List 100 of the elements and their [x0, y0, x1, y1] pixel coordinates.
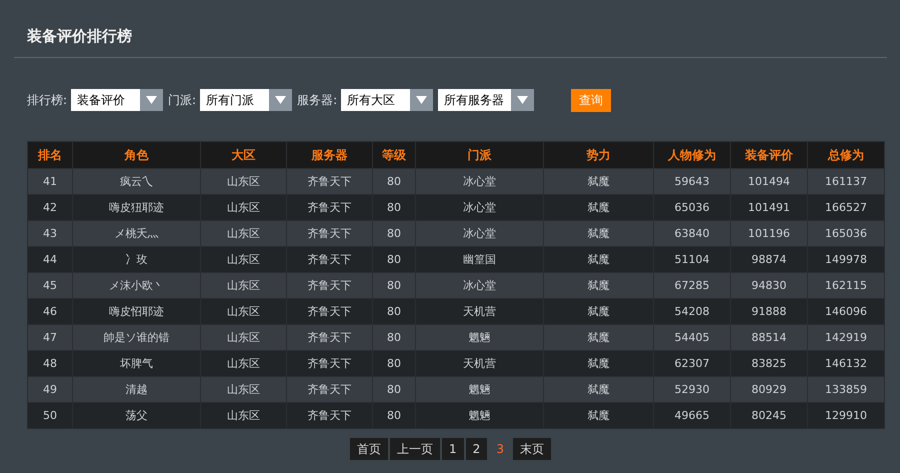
- table-cell: 冰心堂: [416, 194, 544, 221]
- table-cell: 天机营: [416, 298, 544, 325]
- column-header: 势力: [544, 142, 654, 169]
- table-cell: 山东区: [200, 168, 286, 195]
- table-cell: 天机营: [416, 350, 544, 377]
- column-header: 角色: [72, 142, 200, 169]
- table-cell: 嗨皮狃耶迹: [72, 194, 200, 221]
- page-title: 装备评价排行榜: [27, 26, 132, 46]
- table-cell: 149978: [808, 246, 884, 273]
- filter-label: 服务器:: [297, 92, 338, 109]
- caret-icon: [146, 96, 158, 104]
- table-cell: 47: [28, 324, 72, 351]
- table-cell: 齐鲁天下: [286, 168, 372, 195]
- table-cell: 80929: [730, 376, 808, 403]
- table-cell: 齐鲁天下: [286, 298, 372, 325]
- table-cell: 弑魔: [544, 324, 654, 351]
- caret-icon: [416, 96, 428, 104]
- filter-label: 排行榜:: [27, 92, 68, 109]
- table-cell: 帥是ソ谁的错: [72, 324, 200, 351]
- table-cell: 80: [372, 298, 416, 325]
- table-cell: 山东区: [200, 194, 286, 221]
- table-cell: 弑魔: [544, 402, 654, 429]
- table-cell: 80: [372, 220, 416, 247]
- table-cell: 165036: [808, 220, 884, 247]
- table-cell: 44: [28, 246, 72, 273]
- page-link[interactable]: 末页: [512, 438, 551, 460]
- table-cell: 山东区: [200, 272, 286, 299]
- table-cell: 51104: [654, 246, 730, 273]
- table-cell: 42: [28, 194, 72, 221]
- table-cell: 齐鲁天下: [286, 220, 372, 247]
- table-cell: 162115: [808, 272, 884, 299]
- table-cell: 45: [28, 272, 72, 299]
- table-cell: 146096: [808, 298, 884, 325]
- table-cell: 94830: [730, 272, 808, 299]
- table-cell: 嗨皮怊耶迹: [72, 298, 200, 325]
- table-cell: 101491: [730, 194, 808, 221]
- table-cell: 63840: [654, 220, 730, 247]
- table-cell: 魍魎: [416, 324, 544, 351]
- table-cell: 清越: [72, 376, 200, 403]
- current-page[interactable]: 3: [489, 438, 511, 460]
- table-cell: 山东区: [200, 324, 286, 351]
- table-cell: 54405: [654, 324, 730, 351]
- table-cell: 山东区: [200, 298, 286, 325]
- table-cell: 133859: [808, 376, 884, 403]
- table-cell: 齐鲁天下: [286, 246, 372, 273]
- table-cell: 冰心堂: [416, 220, 544, 247]
- dropdown[interactable]: 所有服务器: [438, 89, 534, 112]
- table-cell: 弑魔: [544, 298, 654, 325]
- table-cell: 弑魔: [544, 194, 654, 221]
- table-cell: メ沫小欧丶: [72, 272, 200, 299]
- column-header: 门派: [416, 142, 544, 169]
- table-cell: 山东区: [200, 350, 286, 377]
- page-link[interactable]: 2: [466, 438, 488, 460]
- dropdown[interactable]: 所有大区: [341, 89, 434, 112]
- table-cell: 67285: [654, 272, 730, 299]
- page-link[interactable]: 1: [442, 438, 464, 460]
- table-cell: 65036: [654, 194, 730, 221]
- table-cell: 166527: [808, 194, 884, 221]
- table-cell: 80: [372, 324, 416, 351]
- table-cell: 弑魔: [544, 168, 654, 195]
- table-cell: 齐鲁天下: [286, 194, 372, 221]
- table-cell: 80245: [730, 402, 808, 429]
- table-cell: 齐鲁天下: [286, 402, 372, 429]
- table-cell: 弑魔: [544, 246, 654, 273]
- dropdown[interactable]: 装备评价: [71, 89, 164, 112]
- table-cell: 46: [28, 298, 72, 325]
- caret-icon: [517, 96, 528, 104]
- table-cell: 91888: [730, 298, 808, 325]
- table-cell: 80: [372, 194, 416, 221]
- column-header: 人物修为: [654, 142, 730, 169]
- table-cell: 83825: [730, 350, 808, 377]
- table-cell: 坏脾气: [72, 350, 200, 377]
- column-header: 服务器: [286, 142, 372, 169]
- table-cell: 山东区: [200, 246, 286, 273]
- page-link[interactable]: 首页: [350, 438, 388, 460]
- column-header: 大区: [200, 142, 286, 169]
- table-cell: 山东区: [200, 220, 286, 247]
- table-cell: 齐鲁天下: [286, 376, 372, 403]
- table-cell: 山东区: [200, 402, 286, 429]
- table-cell: 59643: [654, 168, 730, 195]
- column-header: 排名: [28, 142, 72, 169]
- table-cell: 幽篁国: [416, 246, 544, 273]
- table-cell: 冰心堂: [416, 168, 544, 195]
- table-cell: 80: [372, 272, 416, 299]
- table-cell: 80: [372, 350, 416, 377]
- table-cell: 146132: [808, 350, 884, 377]
- table-cell: 49665: [654, 402, 730, 429]
- table-cell: 129910: [808, 402, 884, 429]
- column-header: 总修为: [808, 142, 884, 169]
- table-cell: 80: [372, 402, 416, 429]
- table-cell: 98874: [730, 246, 808, 273]
- page-link[interactable]: 上一页: [390, 438, 440, 460]
- table-cell: 43: [28, 220, 72, 247]
- table-cell: 山东区: [200, 376, 286, 403]
- table-cell: 52930: [654, 376, 730, 403]
- table-cell: 魍魎: [416, 402, 544, 429]
- filter-label: 门派:: [168, 92, 196, 109]
- table-cell: 54208: [654, 298, 730, 325]
- table-cell: 弑魔: [544, 272, 654, 299]
- dropdown[interactable]: 所有门派: [200, 89, 292, 112]
